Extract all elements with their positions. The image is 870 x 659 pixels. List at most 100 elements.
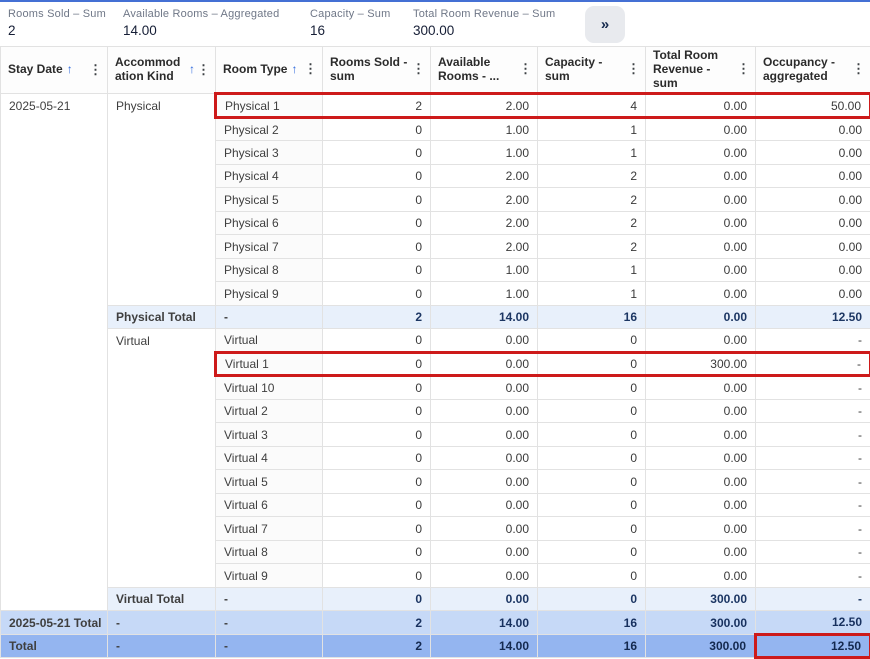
cell-occupancy[interactable]: -: [756, 517, 870, 541]
cell-available-rooms[interactable]: 14.00: [431, 634, 538, 658]
cell-accommodation-kind[interactable]: Virtual: [108, 329, 216, 588]
cell-rooms-sold[interactable]: 0: [323, 211, 431, 235]
column-header-revenue[interactable]: Total Room Revenue - sum⋮: [646, 47, 756, 94]
cell-available-rooms[interactable]: 0.00: [431, 376, 538, 400]
cell-revenue[interactable]: 0.00: [646, 493, 756, 517]
cell-occupancy[interactable]: 50.00: [756, 94, 870, 118]
cell-available-rooms[interactable]: 2.00: [431, 94, 538, 118]
cell-capacity[interactable]: 2: [538, 211, 646, 235]
cell-room-type[interactable]: Virtual: [216, 329, 323, 353]
cell-stay-date[interactable]: 2025-05-21 Total: [1, 611, 108, 635]
cell-revenue[interactable]: 300.00: [646, 352, 756, 376]
cell-revenue[interactable]: 0.00: [646, 517, 756, 541]
cell-room-type[interactable]: Virtual 3: [216, 423, 323, 447]
cell-room-type[interactable]: Physical 1: [216, 94, 323, 118]
cell-room-type[interactable]: Virtual 1: [216, 352, 323, 376]
cell-rooms-sold[interactable]: 0: [323, 540, 431, 564]
cell-rooms-sold[interactable]: 0: [323, 235, 431, 259]
cell-revenue[interactable]: 0.00: [646, 117, 756, 141]
column-menu-icon[interactable]: ⋮: [517, 62, 534, 77]
cell-revenue[interactable]: 0.00: [646, 141, 756, 165]
cell-rooms-sold[interactable]: 2: [323, 305, 431, 329]
cell-occupancy[interactable]: -: [756, 423, 870, 447]
cell-available-rooms[interactable]: 1.00: [431, 141, 538, 165]
cell-revenue[interactable]: 0.00: [646, 235, 756, 259]
cell-occupancy[interactable]: 0.00: [756, 188, 870, 212]
cell-occupancy[interactable]: -: [756, 470, 870, 494]
column-header-occupancy[interactable]: Occupancy - aggregated⋮: [756, 47, 870, 94]
cell-available-rooms[interactable]: 0.00: [431, 470, 538, 494]
column-header-capacity[interactable]: Capacity - sum⋮: [538, 47, 646, 94]
cell-occupancy[interactable]: -: [756, 376, 870, 400]
cell-accommodation-kind[interactable]: -: [108, 611, 216, 635]
cell-room-type[interactable]: -: [216, 611, 323, 635]
cell-capacity[interactable]: 0: [538, 423, 646, 447]
cell-capacity[interactable]: 16: [538, 634, 646, 658]
cell-available-rooms[interactable]: 2.00: [431, 235, 538, 259]
cell-rooms-sold[interactable]: 0: [323, 282, 431, 306]
cell-accommodation-kind[interactable]: Virtual Total: [108, 587, 216, 611]
cell-capacity[interactable]: 0: [538, 352, 646, 376]
cell-available-rooms[interactable]: 14.00: [431, 305, 538, 329]
column-menu-icon[interactable]: ⋮: [302, 62, 319, 77]
cell-available-rooms[interactable]: 14.00: [431, 611, 538, 635]
cell-revenue[interactable]: 0.00: [646, 470, 756, 494]
cell-capacity[interactable]: 0: [538, 376, 646, 400]
cell-room-type[interactable]: Virtual 9: [216, 564, 323, 588]
cell-occupancy[interactable]: -: [756, 446, 870, 470]
cell-rooms-sold[interactable]: 0: [323, 399, 431, 423]
cell-occupancy[interactable]: -: [756, 540, 870, 564]
cell-capacity[interactable]: 1: [538, 117, 646, 141]
cell-room-type[interactable]: Virtual 7: [216, 517, 323, 541]
cell-room-type[interactable]: Physical 6: [216, 211, 323, 235]
cell-room-type[interactable]: Physical 5: [216, 188, 323, 212]
cell-capacity[interactable]: 1: [538, 141, 646, 165]
cell-rooms-sold[interactable]: 2: [323, 94, 431, 118]
cell-room-type[interactable]: Virtual 10: [216, 376, 323, 400]
cell-revenue[interactable]: 0.00: [646, 540, 756, 564]
cell-occupancy[interactable]: 0.00: [756, 117, 870, 141]
cell-capacity[interactable]: 0: [538, 399, 646, 423]
cell-rooms-sold[interactable]: 0: [323, 517, 431, 541]
cell-capacity[interactable]: 1: [538, 282, 646, 306]
cell-capacity[interactable]: 16: [538, 305, 646, 329]
cell-rooms-sold[interactable]: 0: [323, 470, 431, 494]
cell-revenue[interactable]: 0.00: [646, 211, 756, 235]
cell-revenue[interactable]: 0.00: [646, 564, 756, 588]
cell-room-type[interactable]: Virtual 8: [216, 540, 323, 564]
cell-occupancy[interactable]: 0.00: [756, 141, 870, 165]
cell-capacity[interactable]: 0: [538, 446, 646, 470]
cell-available-rooms[interactable]: 0.00: [431, 399, 538, 423]
cell-occupancy[interactable]: 12.50: [756, 305, 870, 329]
cell-capacity[interactable]: 0: [538, 517, 646, 541]
cell-revenue[interactable]: 0.00: [646, 188, 756, 212]
cell-capacity[interactable]: 4: [538, 94, 646, 118]
cell-room-type[interactable]: Physical 7: [216, 235, 323, 259]
cell-revenue[interactable]: 300.00: [646, 587, 756, 611]
cell-room-type[interactable]: Virtual 6: [216, 493, 323, 517]
cell-occupancy[interactable]: -: [756, 564, 870, 588]
cell-room-type[interactable]: Virtual 4: [216, 446, 323, 470]
cell-available-rooms[interactable]: 1.00: [431, 117, 538, 141]
cell-revenue[interactable]: 0.00: [646, 446, 756, 470]
cell-occupancy[interactable]: -: [756, 493, 870, 517]
cell-revenue[interactable]: 0.00: [646, 423, 756, 447]
column-header-available-rooms[interactable]: Available Rooms - ...⋮: [431, 47, 538, 94]
cell-occupancy[interactable]: 0.00: [756, 282, 870, 306]
column-menu-icon[interactable]: ⋮: [625, 62, 642, 77]
cell-available-rooms[interactable]: 2.00: [431, 211, 538, 235]
cell-occupancy[interactable]: -: [756, 587, 870, 611]
cell-rooms-sold[interactable]: 2: [323, 611, 431, 635]
cell-revenue[interactable]: 300.00: [646, 634, 756, 658]
cell-occupancy[interactable]: -: [756, 329, 870, 353]
column-menu-icon[interactable]: ⋮: [735, 62, 752, 77]
cell-available-rooms[interactable]: 1.00: [431, 282, 538, 306]
column-header-accommodation-kind[interactable]: Accommodation Kind↑⋮: [108, 47, 216, 94]
cell-capacity[interactable]: 0: [538, 540, 646, 564]
cell-available-rooms[interactable]: 2.00: [431, 164, 538, 188]
cell-rooms-sold[interactable]: 0: [323, 258, 431, 282]
cell-occupancy[interactable]: 0.00: [756, 258, 870, 282]
cell-capacity[interactable]: 0: [538, 329, 646, 353]
cell-rooms-sold[interactable]: 0: [323, 117, 431, 141]
cell-capacity[interactable]: 2: [538, 164, 646, 188]
